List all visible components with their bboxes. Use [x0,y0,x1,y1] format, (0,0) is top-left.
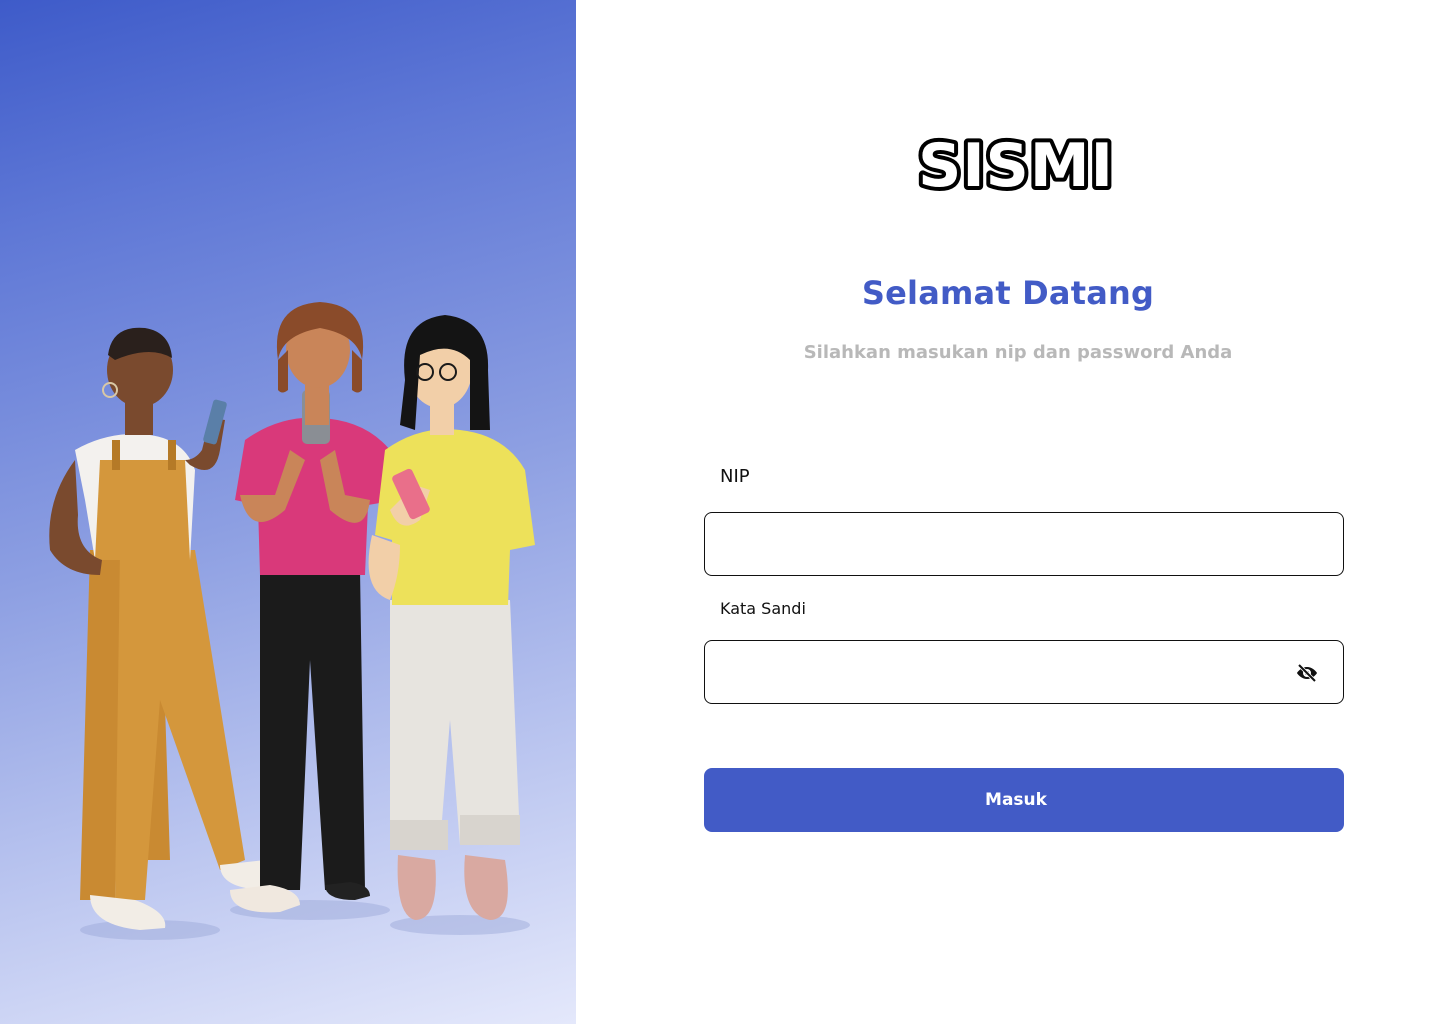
welcome-title: Selamat Datang [861,274,1155,312]
nip-label: NIP [720,466,750,487]
password-input[interactable] [721,641,1285,705]
illustration-panel [0,0,576,1024]
welcome-subtitle: Silahkan masukan nip dan password Anda [803,342,1233,363]
svg-text:SISMI: SISMI [918,131,1114,200]
nip-input[interactable] [721,513,1285,577]
password-label: Kata Sandi [720,599,806,618]
login-button[interactable]: Masuk [704,768,1344,832]
nip-field[interactable] [704,512,1344,577]
login-page: SISMI Selamat Datang Silahkan masukan ni… [0,0,1440,1024]
people-illustration [49,302,535,940]
password-field[interactable] [704,640,1344,705]
login-panel: SISMI Selamat Datang Silahkan masukan ni… [576,0,1440,1024]
sismi-logo: SISMI [914,120,1117,205]
eye-off-icon[interactable] [1295,661,1319,685]
